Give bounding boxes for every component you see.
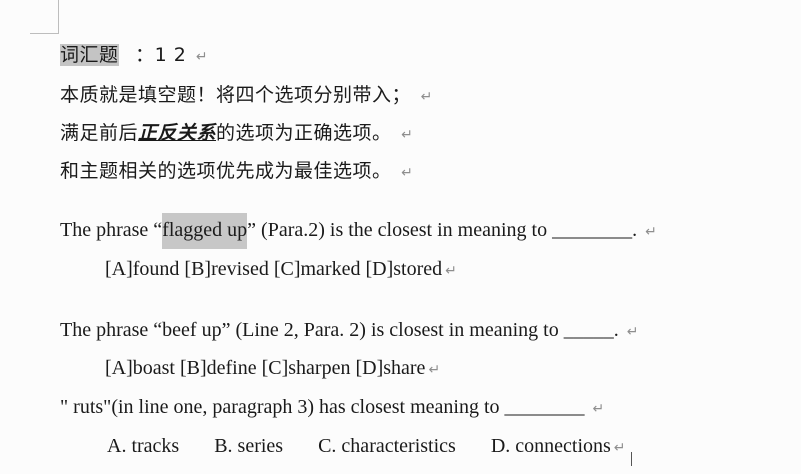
option-a: A. tracks xyxy=(107,435,180,457)
question-text: " ruts"(in line one, paragraph 3) has cl… xyxy=(60,396,585,418)
heading-line: 词汇题 ：1 2 ↵ xyxy=(60,40,208,67)
paragraph-mark-icon: ↵ xyxy=(592,401,605,417)
question-3-options: A. tracks B. series C. characteristics D… xyxy=(107,435,626,458)
paragraph-mark-icon: ↵ xyxy=(645,224,657,240)
option-d: D. connections xyxy=(490,435,611,457)
paragraph-mark-icon: ↵ xyxy=(420,89,433,105)
paragraph-mark-icon: ↵ xyxy=(428,362,441,378)
heading-value: ：1 2 xyxy=(135,44,187,66)
question-text-post: ” (Para.2) is the closest in meaning to … xyxy=(247,219,638,241)
options-text: [A]boast [B]define [C]sharpen [D]share xyxy=(105,357,426,379)
question-2: The phrase “beef up” (Line 2, Para. 2) i… xyxy=(60,319,638,342)
heading-label: 词汇题 xyxy=(60,44,119,66)
paragraph-mark-icon: ↵ xyxy=(626,324,639,340)
paragraph-mark-icon: ↵ xyxy=(401,165,414,181)
paragraph-mark-icon: ↵ xyxy=(195,49,209,65)
document-page: 词汇题 ：1 2 ↵ 本质就是填空题！将四个选项分别带入； ↵ 满足前后正反关系… xyxy=(0,0,801,474)
question-text: The phrase “beef up” (Line 2, Para. 2) i… xyxy=(60,319,619,341)
question-1-options: [A]found [B]revised [C]marked [D]stored ↵ xyxy=(105,258,457,281)
tip-line-2: 满足前后正反关系的选项为正确选项。 ↵ xyxy=(60,118,413,145)
question-text-pre: The phrase “ xyxy=(60,219,163,241)
margin-corner-mark xyxy=(30,33,59,34)
tip-text: 和主题相关的选项优先成为最佳选项。 xyxy=(60,160,392,182)
paragraph-mark-icon: ↵ xyxy=(613,440,626,456)
paragraph-mark-icon: ↵ xyxy=(445,263,457,279)
option-c: C. characteristics xyxy=(318,435,456,457)
options-text: [A]found [B]revised [C]marked [D]stored xyxy=(105,258,443,280)
tip-emphasis: 正反关系 xyxy=(138,122,217,144)
text-cursor xyxy=(631,452,632,466)
paragraph-mark-icon: ↵ xyxy=(401,127,414,143)
tip-line-1: 本质就是填空题！将四个选项分别带入； ↵ xyxy=(60,80,433,107)
margin-corner-mark xyxy=(58,0,59,34)
tip-line-3: 和主题相关的选项优先成为最佳选项。 ↵ xyxy=(60,156,413,183)
question-2-options: [A]boast [B]define [C]sharpen [D]share ↵ xyxy=(105,357,440,380)
tip-text-after: 的选项为正确选项。 xyxy=(216,122,392,144)
tip-text-before: 满足前后 xyxy=(60,122,139,144)
question-1: The phrase “flagged up” (Para.2) is the … xyxy=(60,213,657,249)
option-b: B. series xyxy=(214,435,284,457)
highlighted-phrase: flagged up xyxy=(162,213,248,249)
question-3: " ruts"(in line one, paragraph 3) has cl… xyxy=(60,396,604,419)
tip-text: 本质就是填空题！将四个选项分别带入； xyxy=(60,84,412,106)
